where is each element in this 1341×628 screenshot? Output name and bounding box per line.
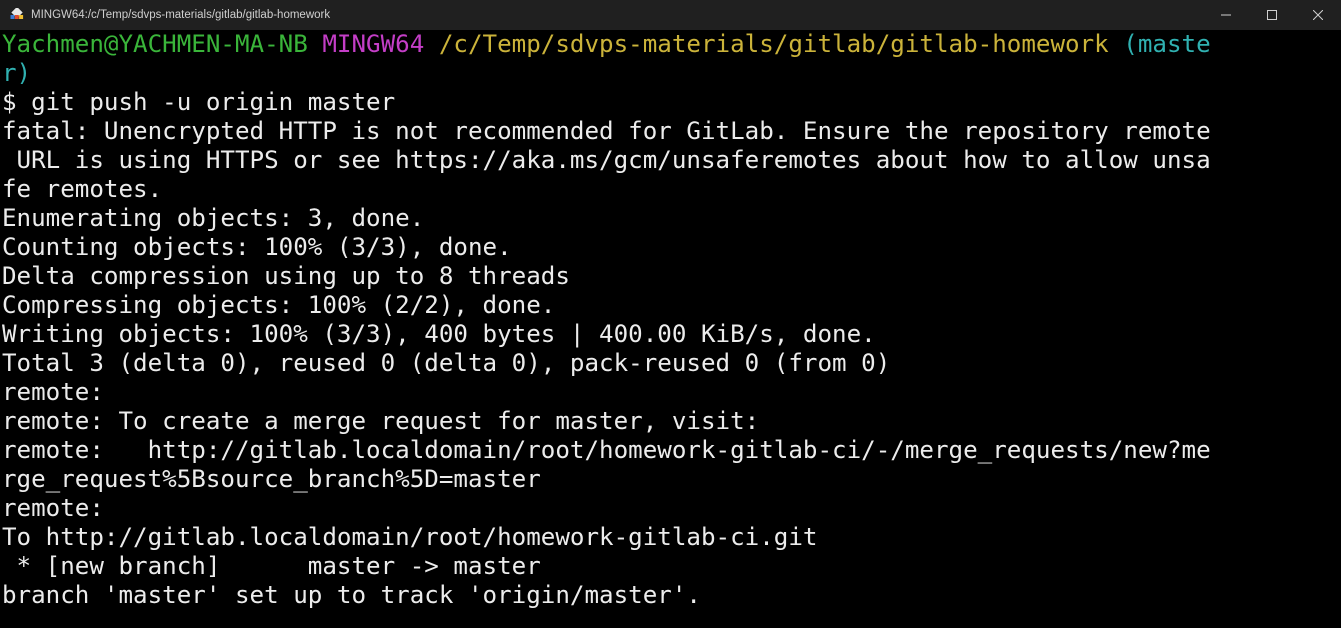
output-line: Compressing objects: 100% (2/2), done. xyxy=(2,291,556,319)
prompt-branch-wrap: r) xyxy=(2,59,32,87)
window-controls xyxy=(1203,0,1341,30)
output-line: URL is using HTTPS or see https://aka.ms… xyxy=(2,146,1211,174)
maximize-icon xyxy=(1267,10,1277,20)
minimize-button[interactable] xyxy=(1203,0,1249,30)
prompt-branch: (maste xyxy=(1123,30,1211,58)
output-line: fatal: Unencrypted HTTP is not recommend… xyxy=(2,117,1211,145)
minimize-icon xyxy=(1221,14,1231,16)
output-line: Writing objects: 100% (3/3), 400 bytes |… xyxy=(2,320,876,348)
prompt-shell: MINGW64 xyxy=(322,30,425,58)
command-line: $ git push -u origin master xyxy=(2,88,396,116)
prompt-path: /c/Temp/sdvps-materials/gitlab/gitlab-ho… xyxy=(438,30,1109,58)
output-line: branch 'master' set up to track 'origin/… xyxy=(2,581,701,609)
output-line: Total 3 (delta 0), reused 0 (delta 0), p… xyxy=(2,349,891,377)
maximize-button[interactable] xyxy=(1249,0,1295,30)
output-line: remote: xyxy=(2,494,104,522)
output-line: * [new branch] master -> master xyxy=(2,552,541,580)
close-button[interactable] xyxy=(1295,0,1341,30)
title-bar[interactable]: MINGW64:/c/Temp/sdvps-materials/gitlab/g… xyxy=(0,0,1341,30)
window-title: MINGW64:/c/Temp/sdvps-materials/gitlab/g… xyxy=(31,9,331,21)
output-line: rge_request%5Bsource_branch%5D=master xyxy=(2,465,541,493)
output-line: Enumerating objects: 3, done. xyxy=(2,204,425,232)
output-line: Counting objects: 100% (3/3), done. xyxy=(2,233,512,261)
close-icon xyxy=(1313,10,1323,20)
prompt-line-wrap: r) xyxy=(2,59,1341,88)
output-line: remote: xyxy=(2,378,104,406)
git-bash-icon xyxy=(9,7,25,23)
output-line: remote: To create a merge request for ma… xyxy=(2,407,760,435)
output-line: remote: http://gitlab.localdomain/root/h… xyxy=(2,436,1211,464)
output-line: fe remotes. xyxy=(2,175,163,203)
prompt-user-host: Yachmen@YACHMEN-MA-NB xyxy=(2,30,308,58)
terminal-window: MINGW64:/c/Temp/sdvps-materials/gitlab/g… xyxy=(0,0,1341,628)
terminal-output[interactable]: Yachmen@YACHMEN-MA-NB MINGW64 /c/Temp/sd… xyxy=(0,30,1341,628)
output-line: To http://gitlab.localdomain/root/homewo… xyxy=(2,523,818,551)
prompt-line: Yachmen@YACHMEN-MA-NB MINGW64 /c/Temp/sd… xyxy=(2,30,1341,59)
output-line: Delta compression using up to 8 threads xyxy=(2,262,570,290)
